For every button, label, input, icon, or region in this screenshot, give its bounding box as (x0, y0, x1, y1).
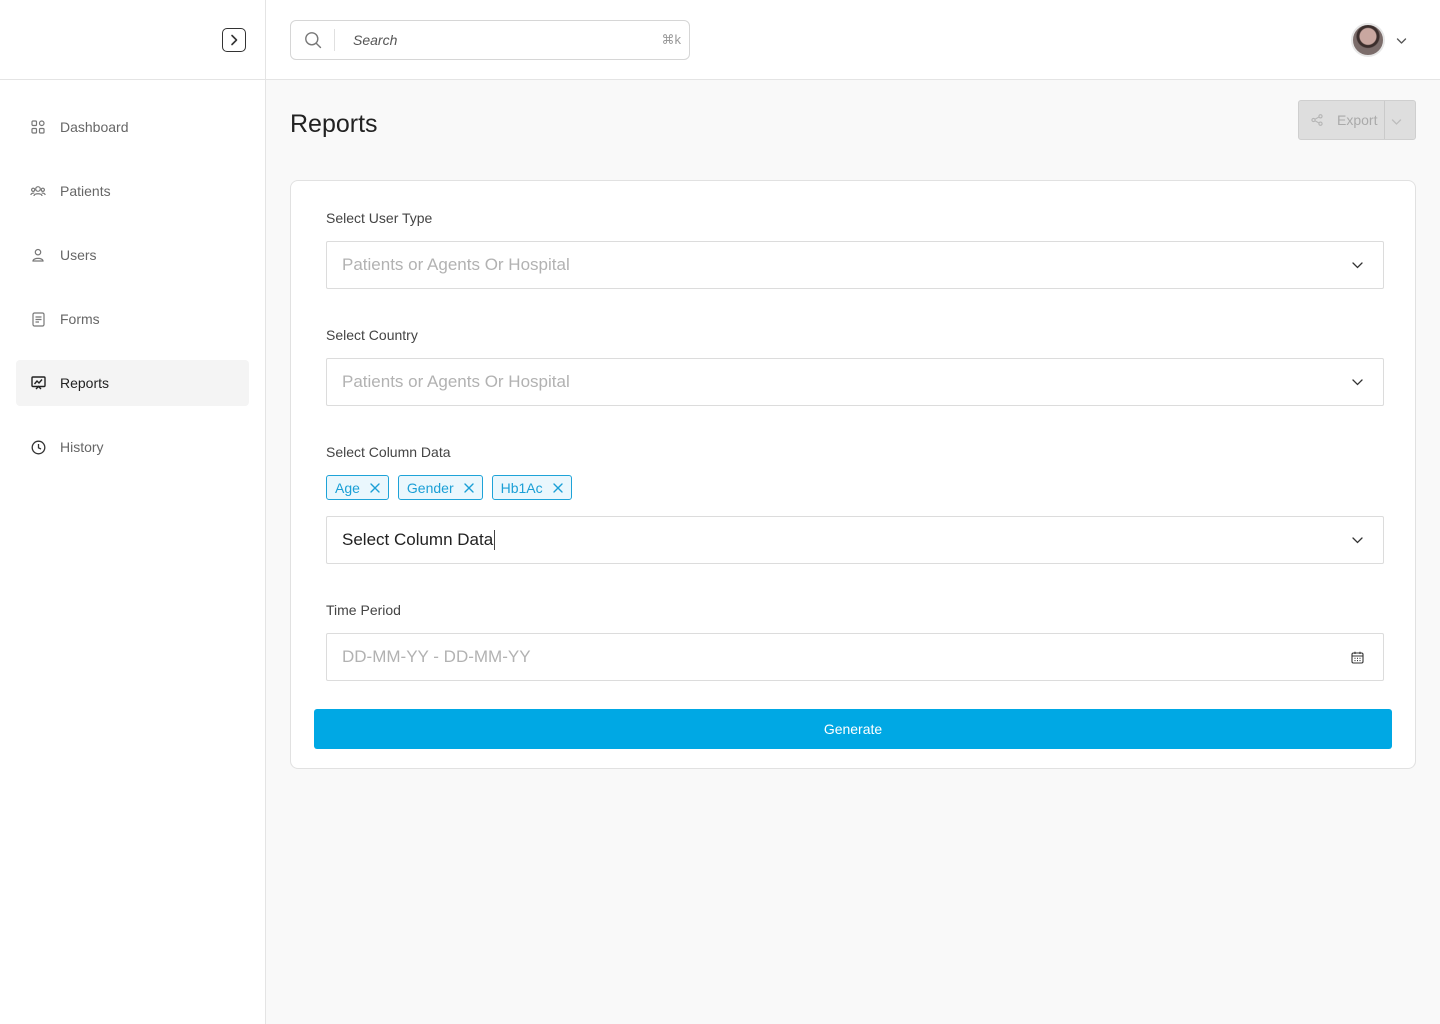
column-data-input: Select Column Data (342, 530, 1349, 551)
share-icon (1311, 114, 1325, 126)
sidebar-item-forms[interactable]: Forms (16, 296, 249, 342)
country-placeholder: Patients or Agents Or Hospital (342, 372, 570, 391)
export-label: Export (1337, 112, 1378, 128)
country-label: Select Country (326, 327, 418, 343)
column-tag: Hb1Ac (491, 475, 572, 500)
time-period-placeholder: DD-MM-YY - DD-MM-YY (342, 647, 531, 666)
chevron-down-icon (1349, 257, 1365, 273)
chevron-down-icon[interactable] (1396, 32, 1407, 50)
document-icon (30, 311, 46, 327)
tag-label: Age (335, 479, 360, 496)
sidebar-item-label: Forms (60, 311, 100, 327)
close-icon[interactable] (552, 482, 563, 493)
sidebar-item-label: Reports (60, 375, 110, 391)
user-type-select[interactable]: Patients or Agents Or Hospital (326, 241, 1384, 289)
clock-icon (30, 439, 46, 455)
sidebar-item-label: Patients (60, 183, 111, 199)
calendar-icon[interactable] (1349, 649, 1365, 665)
text-cursor (494, 530, 496, 551)
sidebar-item-label: History (60, 439, 104, 455)
country-select[interactable]: Patients or Agents Or Hospital (326, 358, 1384, 406)
tag-label: Hb1Ac (500, 479, 543, 496)
report-icon (30, 375, 46, 391)
page-title: Reports (290, 110, 378, 138)
time-period-label: Time Period (326, 602, 401, 618)
selected-column-tags: Age Gender Hb1Ac (326, 475, 572, 500)
sidebar-header (0, 0, 265, 80)
sidebar-item-history[interactable]: History (16, 424, 249, 470)
time-period-picker[interactable]: DD-MM-YY - DD-MM-YY (326, 633, 1384, 681)
close-icon[interactable] (463, 482, 474, 493)
column-tag: Gender (397, 475, 483, 500)
sidebar-nav: Dashboard Patients Users Forms Reports H… (0, 80, 265, 470)
report-form-card: Select User Type Patients or Agents Or H… (290, 180, 1416, 769)
user-type-placeholder: Patients or Agents Or Hospital (342, 255, 570, 274)
export-button[interactable]: Export (1298, 100, 1416, 140)
users-group-icon (30, 183, 46, 199)
chevron-right-icon (231, 34, 238, 46)
search-input[interactable] (353, 32, 662, 48)
search-icon (291, 29, 335, 51)
column-data-label: Select Column Data (326, 444, 451, 460)
column-tag: Age (326, 475, 389, 500)
sidebar-item-label: Users (60, 247, 97, 263)
sidebar-item-reports[interactable]: Reports (16, 360, 249, 406)
sidebar-item-label: Dashboard (60, 119, 129, 135)
button-divider (1384, 101, 1385, 139)
search-box[interactable]: ⌘k (290, 20, 690, 60)
chevron-down-icon (1349, 374, 1365, 390)
column-data-select[interactable]: Select Column Data (326, 516, 1384, 564)
column-data-value: Select Column Data (342, 529, 494, 549)
generate-button[interactable]: Generate (314, 709, 1392, 749)
top-bar: ⌘k (266, 0, 1440, 80)
sidebar-item-dashboard[interactable]: Dashboard (16, 104, 249, 150)
grid-icon (30, 119, 46, 135)
sidebar-item-users[interactable]: Users (16, 232, 249, 278)
tag-label: Gender (406, 479, 454, 496)
sidebar: Dashboard Patients Users Forms Reports H… (0, 0, 266, 1024)
sidebar-toggle-button[interactable] (222, 28, 246, 52)
user-icon (30, 247, 46, 263)
user-type-label: Select User Type (326, 210, 433, 226)
close-icon[interactable] (370, 482, 380, 493)
sidebar-item-patients[interactable]: Patients (16, 168, 249, 214)
search-shortcut-hint: ⌘k (661, 32, 682, 47)
avatar[interactable] (1351, 23, 1385, 57)
chevron-down-icon[interactable] (1391, 113, 1402, 131)
chevron-down-icon (1349, 532, 1365, 548)
